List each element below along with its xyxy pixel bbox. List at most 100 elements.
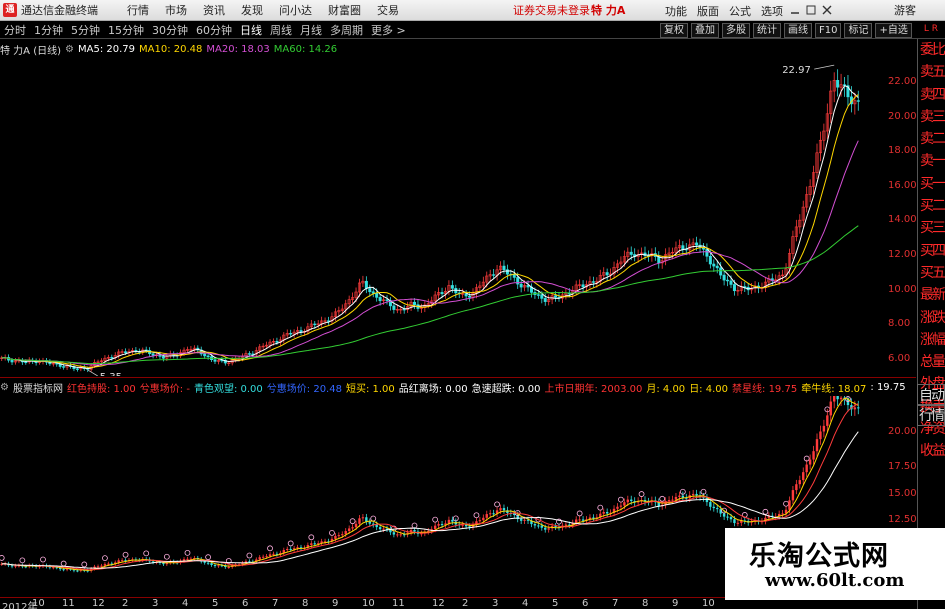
- period-tab-7[interactable]: 周线: [266, 22, 296, 38]
- indicator-param-3: 兮惠场价: 20.48: [266, 383, 342, 395]
- tool-button-2[interactable]: 多股: [722, 22, 750, 38]
- tab-auto[interactable]: 自动: [917, 384, 945, 406]
- period-tab-10[interactable]: 更多 >: [367, 22, 410, 38]
- period-tab-1[interactable]: 1分钟: [30, 22, 67, 38]
- quote-item-14[interactable]: 总量: [918, 351, 945, 373]
- tool-button-1[interactable]: 叠加: [691, 22, 719, 38]
- tool-button-7[interactable]: +自选: [875, 22, 912, 38]
- quote-item-0[interactable]: 委比: [918, 39, 945, 61]
- tab-quote[interactable]: 行情: [917, 404, 945, 426]
- indicator-bar: [826, 409, 829, 432]
- candle: [612, 261, 616, 279]
- main-pane-header: 特 力A (日线) ⚙ MA5: 20.79 MA10: 20.48 MA20:…: [0, 42, 341, 57]
- quote-item-1[interactable]: 卖五: [918, 61, 945, 83]
- quote-item-3[interactable]: 卖三: [918, 106, 945, 128]
- menu-item-1[interactable]: 市场: [157, 2, 195, 18]
- indicator-param-8: 月: 4.00: [646, 383, 686, 395]
- indicator-bar: [819, 425, 822, 445]
- menu-item-5[interactable]: 财富圈: [320, 2, 369, 18]
- candle: [581, 280, 585, 292]
- candle: [808, 179, 812, 203]
- indicator-bar: [193, 555, 196, 561]
- candle: [0, 355, 4, 362]
- period-tab-0[interactable]: 分时: [0, 22, 30, 38]
- indicator-bar: [829, 396, 832, 422]
- stock-chart-label: 特 力A (日线): [0, 45, 62, 57]
- indicator-bar: [843, 396, 846, 406]
- quote-item-6[interactable]: 买一: [918, 173, 945, 195]
- period-tab-4[interactable]: 30分钟: [148, 22, 192, 38]
- quote-item-4[interactable]: 卖二: [918, 128, 945, 150]
- tool-button-6[interactable]: 标记: [844, 22, 873, 38]
- ma20-label: MA20: 18.03: [206, 43, 270, 55]
- period-tab-2[interactable]: 5分钟: [67, 22, 104, 38]
- indicator-bar: [385, 525, 389, 533]
- menu-item-3[interactable]: 发现: [233, 2, 271, 18]
- date-tick-23: 10: [702, 598, 715, 609]
- level-badge-icon[interactable]: L R: [917, 24, 945, 38]
- signal-marker: [143, 550, 150, 557]
- date-tick-19: 6: [582, 598, 589, 609]
- signal-marker: [783, 500, 789, 507]
- tool-button-0[interactable]: 复权: [660, 22, 688, 38]
- indicator-settings-icon[interactable]: ⚙: [0, 382, 9, 393]
- quote-item-13[interactable]: 涨幅: [918, 329, 945, 351]
- indicator-bar: [554, 523, 557, 531]
- indicator-bar: [798, 475, 801, 489]
- period-tab-5[interactable]: 60分钟: [192, 22, 236, 38]
- maximize-icon[interactable]: [805, 5, 817, 15]
- menu-item-2[interactable]: 资讯: [195, 2, 233, 18]
- candle: [853, 92, 857, 115]
- login-status[interactable]: 证券交易未登录: [513, 2, 590, 18]
- period-tab-6[interactable]: 日线: [236, 22, 266, 38]
- quote-item-7[interactable]: 买二: [918, 195, 945, 217]
- quote-item-5[interactable]: 卖一: [918, 150, 945, 172]
- signal-marker: [308, 534, 315, 541]
- menu-item-4[interactable]: 问小达: [271, 2, 320, 18]
- right-menu-item-1[interactable]: 版面: [692, 3, 724, 19]
- candle: [836, 69, 840, 97]
- indicator-bar: [833, 396, 836, 409]
- quote-item-10[interactable]: 买五: [918, 262, 945, 284]
- candle: [815, 143, 819, 179]
- settings-icon[interactable]: ⚙: [65, 44, 74, 55]
- quote-item-11[interactable]: 最新: [918, 284, 945, 306]
- candle: [351, 292, 355, 304]
- close-icon[interactable]: [821, 5, 833, 15]
- quote-item-2[interactable]: 卖四: [918, 84, 945, 106]
- quote-item-18[interactable]: 收益: [918, 440, 945, 462]
- indicator-name[interactable]: 股票指标网: [13, 380, 63, 395]
- right-menu-item-2[interactable]: 公式: [724, 3, 756, 19]
- guest-label[interactable]: 游客: [894, 2, 916, 18]
- signal-marker: [184, 549, 191, 556]
- candle: [65, 363, 69, 370]
- ma60-line: [1, 225, 859, 365]
- indicator-tick-2: 15.00: [888, 488, 917, 499]
- indicator-bar: [282, 547, 285, 556]
- tool-button-5[interactable]: F10: [815, 22, 842, 38]
- quote-item-12[interactable]: 涨跌: [918, 307, 945, 329]
- indicator-bar: [114, 560, 117, 566]
- minimize-icon[interactable]: [789, 5, 801, 15]
- indicator-bar: [588, 514, 592, 523]
- kline-chart[interactable]: 22.97 5.35: [0, 56, 872, 376]
- candle: [519, 280, 523, 293]
- quote-item-9[interactable]: 买四: [918, 240, 945, 262]
- candle: [832, 72, 836, 103]
- indicator-bar: [444, 520, 447, 528]
- tool-button-3[interactable]: 统计: [753, 22, 781, 38]
- signal-marker: [349, 518, 356, 525]
- period-tab-9[interactable]: 多周期: [326, 22, 367, 38]
- candle: [671, 247, 675, 260]
- period-tab-8[interactable]: 月线: [296, 22, 326, 38]
- right-menu-item-3[interactable]: 选项: [756, 3, 788, 19]
- candle: [564, 288, 568, 300]
- menu-item-6[interactable]: 交易: [369, 2, 407, 18]
- tool-button-4[interactable]: 画线: [784, 22, 812, 38]
- date-tick-5: 3: [152, 598, 159, 609]
- right-menu-item-0[interactable]: 功能: [660, 3, 692, 19]
- quote-item-8[interactable]: 买三: [918, 217, 945, 239]
- period-tab-3[interactable]: 15分钟: [104, 22, 148, 38]
- menu-item-0[interactable]: 行情: [119, 2, 157, 18]
- indicator-bar: [764, 514, 767, 525]
